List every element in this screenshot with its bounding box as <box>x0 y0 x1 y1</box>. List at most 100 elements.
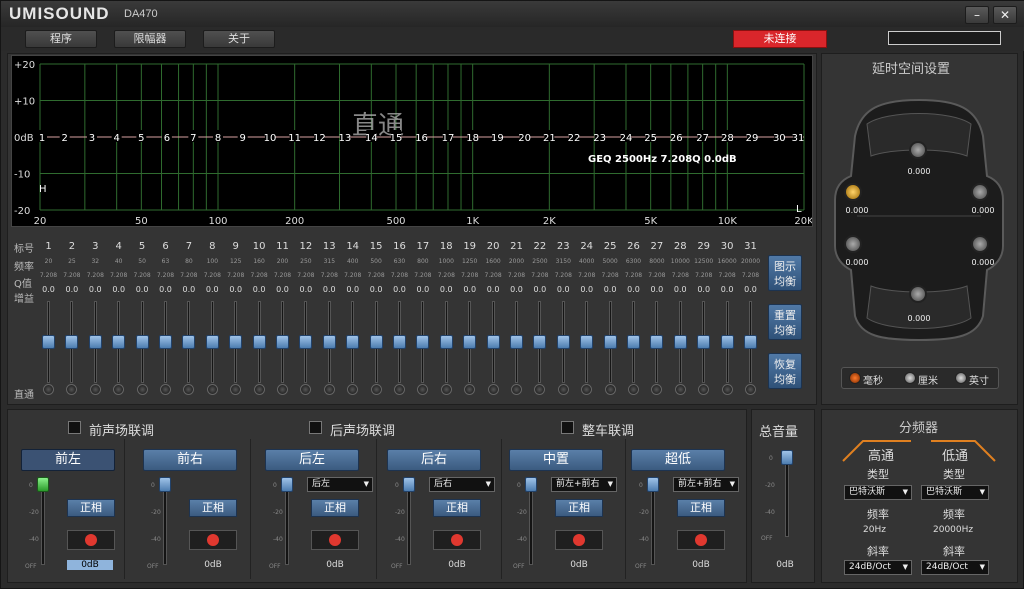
channel-name-button[interactable]: 前左 <box>21 449 115 471</box>
band-slider-thumb[interactable] <box>673 335 687 349</box>
band-slider-thumb[interactable] <box>42 335 55 349</box>
band-marker[interactable]: 28 <box>721 133 734 144</box>
band-gain[interactable]: 0.0 <box>482 283 505 297</box>
band-bypass-knob[interactable] <box>136 384 148 395</box>
band-q[interactable]: 7.208 <box>528 269 551 283</box>
band-freq[interactable]: 25 <box>60 255 83 269</box>
band-q[interactable]: 7.208 <box>622 269 645 283</box>
hp-slope-select[interactable]: 24dB/Oct ▼ <box>844 560 912 575</box>
band-marker[interactable]: 1 <box>39 133 45 144</box>
band-bypass-knob[interactable] <box>557 384 569 395</box>
speaker-rear-right-icon[interactable] <box>971 235 989 253</box>
band-marker[interactable]: 7 <box>190 133 196 144</box>
band-marker[interactable]: 9 <box>239 133 245 144</box>
band-slider[interactable] <box>505 301 528 383</box>
band-marker[interactable]: 11 <box>288 133 301 144</box>
band-freq[interactable]: 315 <box>318 255 341 269</box>
channel-fader-track[interactable] <box>529 483 533 565</box>
band-gain[interactable]: 0.0 <box>37 283 60 297</box>
band-freq[interactable]: 20000 <box>739 255 762 269</box>
band-slider-thumb[interactable] <box>533 335 547 349</box>
band-slider-thumb[interactable] <box>369 335 383 349</box>
band-slider[interactable] <box>60 301 83 383</box>
minimize-button[interactable]: – <box>965 6 989 24</box>
band-marker[interactable]: 29 <box>746 133 759 144</box>
band-bypass-knob[interactable] <box>160 384 171 395</box>
band-slider[interactable] <box>201 301 224 383</box>
band-freq[interactable]: 6300 <box>622 255 645 269</box>
band-freq[interactable]: 5000 <box>599 255 622 269</box>
unit-inch-radio[interactable] <box>955 372 967 384</box>
lp-type-select[interactable]: 巴特沃斯 ▼ <box>921 485 989 500</box>
band-gain[interactable]: 0.0 <box>131 283 154 297</box>
band-gain[interactable]: 0.0 <box>248 283 271 297</box>
band-slider[interactable] <box>365 301 388 383</box>
unit-cm-radio[interactable] <box>904 372 916 384</box>
band-gain[interactable]: 0.0 <box>669 283 692 297</box>
band-q[interactable]: 7.208 <box>154 269 177 283</box>
lp-slope-select[interactable]: 24dB/Oct ▼ <box>921 560 989 575</box>
band-bypass-knob[interactable] <box>511 384 522 395</box>
band-gain[interactable]: 0.0 <box>365 283 388 297</box>
band-marker[interactable]: 15 <box>390 133 403 144</box>
band-freq[interactable]: 2000 <box>505 255 528 269</box>
channel-fader-thumb[interactable] <box>647 477 659 492</box>
graphic-eq-button[interactable]: 图示 均衡 <box>768 255 802 291</box>
hp-type-select[interactable]: 巴特沃斯 ▼ <box>844 485 912 500</box>
band-slider[interactable] <box>248 301 271 383</box>
band-freq[interactable]: 40 <box>107 255 130 269</box>
band-gain[interactable]: 0.0 <box>154 283 177 297</box>
band-bypass-knob[interactable] <box>253 384 265 395</box>
band-slider[interactable] <box>645 301 668 383</box>
band-q[interactable]: 7.208 <box>388 269 411 283</box>
reset-eq-button[interactable]: 重置 均衡 <box>768 304 802 340</box>
band-gain[interactable]: 0.0 <box>599 283 622 297</box>
band-freq[interactable]: 1250 <box>458 255 481 269</box>
band-gain[interactable]: 0.0 <box>458 283 481 297</box>
band-marker[interactable]: 14 <box>365 133 378 144</box>
phase-button[interactable]: 正相 <box>311 499 359 517</box>
band-bypass-knob[interactable] <box>674 384 686 395</box>
channel-fader-track[interactable] <box>285 483 289 565</box>
band-q[interactable]: 7.208 <box>201 269 224 283</box>
phase-button[interactable]: 正相 <box>555 499 603 517</box>
band-gain[interactable]: 0.0 <box>692 283 715 297</box>
whole-link-checkbox[interactable] <box>561 421 574 434</box>
band-marker[interactable]: 24 <box>620 133 633 144</box>
band-gain[interactable]: 0.0 <box>575 283 598 297</box>
band-bypass-knob[interactable] <box>651 384 663 395</box>
band-slider-thumb[interactable] <box>229 335 243 349</box>
band-slider[interactable] <box>84 301 107 383</box>
master-fader-thumb[interactable] <box>781 450 793 465</box>
band-q[interactable]: 7.208 <box>645 269 668 283</box>
band-gain[interactable]: 0.0 <box>60 283 83 297</box>
band-slider[interactable] <box>341 301 364 383</box>
menu-program[interactable]: 程序 <box>25 30 97 48</box>
mute-button[interactable] <box>677 530 725 550</box>
band-slider-thumb[interactable] <box>650 335 664 349</box>
band-q[interactable]: 7.208 <box>37 269 60 283</box>
band-freq[interactable]: 500 <box>365 255 388 269</box>
channel-source-select[interactable]: 后右 ▼ <box>429 477 495 492</box>
phase-button[interactable]: 正相 <box>433 499 481 517</box>
band-freq[interactable]: 8000 <box>645 255 668 269</box>
band-gain[interactable]: 0.0 <box>271 283 294 297</box>
band-slider-thumb[interactable] <box>416 335 430 349</box>
band-freq[interactable]: 12500 <box>692 255 715 269</box>
band-slider-thumb[interactable] <box>205 335 219 349</box>
phase-button[interactable]: 正相 <box>677 499 725 517</box>
band-q[interactable]: 7.208 <box>248 269 271 283</box>
band-marker[interactable]: 22 <box>568 133 581 144</box>
band-bypass-knob[interactable] <box>89 384 101 395</box>
band-q[interactable]: 7.208 <box>107 269 130 283</box>
band-marker[interactable]: 13 <box>339 133 352 144</box>
channel-name-button[interactable]: 超低 <box>631 449 725 471</box>
band-slider[interactable] <box>177 301 200 383</box>
lowpass-marker[interactable]: L <box>796 204 802 215</box>
band-freq[interactable]: 630 <box>388 255 411 269</box>
band-slider[interactable] <box>528 301 551 383</box>
band-marker[interactable]: 19 <box>491 133 504 144</box>
band-freq[interactable]: 200 <box>271 255 294 269</box>
mute-button[interactable] <box>67 530 115 550</box>
highpass-marker[interactable]: H <box>39 184 47 195</box>
